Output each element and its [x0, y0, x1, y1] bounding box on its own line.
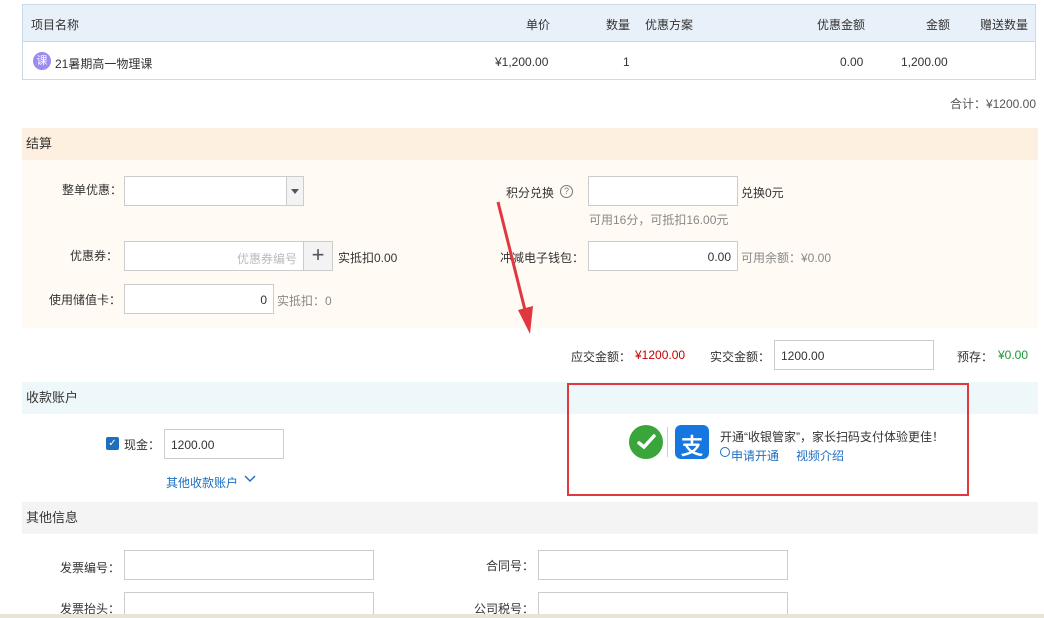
chevron-down-icon[interactable]	[286, 177, 303, 205]
promo-text: 开通“收银管家”，家长扫码支付体验更佳！	[720, 430, 944, 444]
col-gift: 赠送数量	[980, 18, 1029, 32]
chevron-down-icon[interactable]	[244, 475, 256, 483]
invoice-no-input[interactable]	[124, 550, 374, 580]
invoice-no-label: 发票编号：	[60, 561, 121, 575]
order-total: 合计：¥1200.00	[949, 97, 1036, 111]
settle-section-title: 结算	[22, 128, 1038, 160]
item-name: 21暑期高一物理课	[55, 57, 153, 71]
coupon-input[interactable]: 优惠券编号	[124, 241, 304, 271]
cashier-promo-box: 支 开通“收银管家”，家长扫码支付体验更佳！ 申请开通 视频介绍	[567, 383, 969, 496]
points-exchange-text: 兑换0元	[741, 186, 784, 200]
item-price: ¥1,200.00	[495, 55, 549, 69]
cash-input[interactable]: 1200.00	[164, 429, 284, 459]
gear-icon[interactable]	[720, 447, 730, 457]
alipay-icon: 支	[675, 425, 709, 459]
col-qty: 数量	[606, 18, 631, 32]
coupon-placeholder: 优惠券编号	[236, 252, 297, 266]
item-discount: 0.00	[840, 55, 864, 69]
whole-discount-select[interactable]	[124, 176, 304, 206]
points-hint: 可用16分，可抵扣16.00元	[589, 213, 729, 227]
prepay-label: 预存：	[957, 350, 994, 364]
stored-card-input[interactable]: 0	[124, 284, 274, 314]
cash-value: 1200.00	[171, 438, 215, 452]
annotation-arrow-icon	[496, 201, 533, 334]
col-amount: 金额	[926, 18, 951, 32]
cash-checkbox[interactable]: ✓	[106, 437, 119, 450]
window-bottom-bar	[0, 614, 1044, 618]
item-amount: 1,200.00	[901, 55, 948, 69]
alipay-glyph: 支	[681, 434, 704, 459]
order-items-table: 项目名称 单价 数量 优惠方案 优惠金额 金额 赠送数量 课 21暑期高一物理课…	[22, 4, 1036, 80]
invoice-title-input[interactable]	[124, 592, 374, 616]
col-promo: 优惠方案	[645, 18, 694, 32]
contract-no-label: 合同号：	[486, 559, 535, 573]
whole-discount-label: 整单优惠：	[62, 183, 123, 197]
due-label: 应交金额：	[571, 350, 632, 364]
coupon-deduct-text: 实抵扣0.00	[338, 251, 398, 265]
wallet-hint: 可用余额：¥0.00	[741, 251, 832, 265]
prepay-value: ¥0.00	[998, 348, 1029, 362]
stored-card-deduct: 实抵扣：0	[277, 294, 332, 308]
due-value: ¥1200.00	[635, 348, 686, 362]
paid-value: 1200.00	[781, 349, 825, 363]
wallet-value: 0.00	[707, 250, 731, 264]
points-input[interactable]	[588, 176, 738, 206]
video-intro-link[interactable]: 视频介绍	[796, 447, 844, 464]
col-price: 单价	[526, 18, 551, 32]
other-accounts-link[interactable]: 其他收款账户	[166, 474, 238, 491]
item-qty: 1	[623, 55, 630, 69]
course-icon: 课	[33, 52, 51, 70]
wallet-input[interactable]: 0.00	[588, 241, 738, 271]
col-discount: 优惠金额	[817, 18, 866, 32]
paid-input[interactable]: 1200.00	[774, 340, 934, 370]
apply-link[interactable]: 申请开通	[731, 447, 779, 464]
tax-no-input[interactable]	[538, 592, 788, 616]
coupon-label: 优惠券：	[70, 249, 119, 263]
col-name: 项目名称	[31, 18, 80, 32]
cash-label: 现金：	[124, 438, 161, 452]
table-header: 项目名称 单价 数量 优惠方案 优惠金额 金额 赠送数量	[23, 5, 1035, 42]
stored-card-label: 使用储值卡：	[49, 293, 122, 307]
help-icon[interactable]: ?	[560, 185, 573, 198]
wechat-pay-icon	[629, 425, 663, 459]
paid-label: 实交金额：	[710, 350, 771, 364]
other-section-title: 其他信息	[22, 502, 1038, 534]
icon-divider	[667, 427, 668, 457]
stored-card-value: 0	[260, 293, 267, 307]
contract-no-input[interactable]	[538, 550, 788, 580]
add-coupon-button[interactable]: +	[303, 241, 333, 271]
